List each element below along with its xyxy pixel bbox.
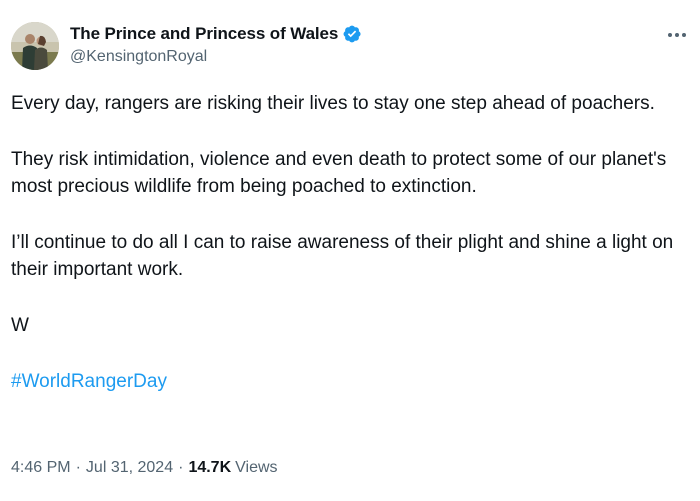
verified-badge-icon[interactable] — [342, 24, 362, 44]
more-dot — [675, 33, 679, 37]
author-avatar[interactable] — [11, 22, 59, 70]
tweet-metadata: 4:46 PM · Jul 31, 2024 · 14.7K Views — [11, 459, 278, 477]
meta-separator: · — [178, 459, 184, 476]
tweet-card: The Prince and Princess of Wales @Kensin… — [0, 0, 700, 501]
tweet-paragraph: I’ll continue to do all I can to raise a… — [11, 232, 674, 280]
author-handle[interactable]: @KensingtonRoyal — [70, 48, 362, 66]
tweet-paragraph: Every day, rangers are risking their liv… — [11, 93, 655, 114]
more-dot — [682, 33, 686, 37]
tweet-signature: W — [11, 315, 29, 336]
more-options-icon[interactable] — [668, 32, 686, 38]
tweet-text: Every day, rangers are risking their liv… — [11, 90, 681, 395]
views-count[interactable]: 14.7K — [188, 459, 231, 477]
tweet-date[interactable]: Jul 31, 2024 — [86, 459, 173, 477]
tweet-paragraph: They risk intimidation, violence and eve… — [11, 149, 667, 197]
more-dot — [668, 33, 672, 37]
tweet-header: The Prince and Princess of Wales @Kensin… — [11, 20, 700, 76]
hashtag-link[interactable]: #WorldRangerDay — [11, 368, 681, 395]
views-label: Views — [235, 459, 278, 476]
author-display-name[interactable]: The Prince and Princess of Wales — [70, 24, 338, 44]
meta-separator: · — [75, 459, 81, 476]
author-names: The Prince and Princess of Wales @Kensin… — [70, 23, 362, 66]
avatar-photo-icon — [11, 22, 59, 70]
display-name-row: The Prince and Princess of Wales — [70, 23, 362, 45]
tweet-time[interactable]: 4:46 PM — [11, 459, 71, 477]
